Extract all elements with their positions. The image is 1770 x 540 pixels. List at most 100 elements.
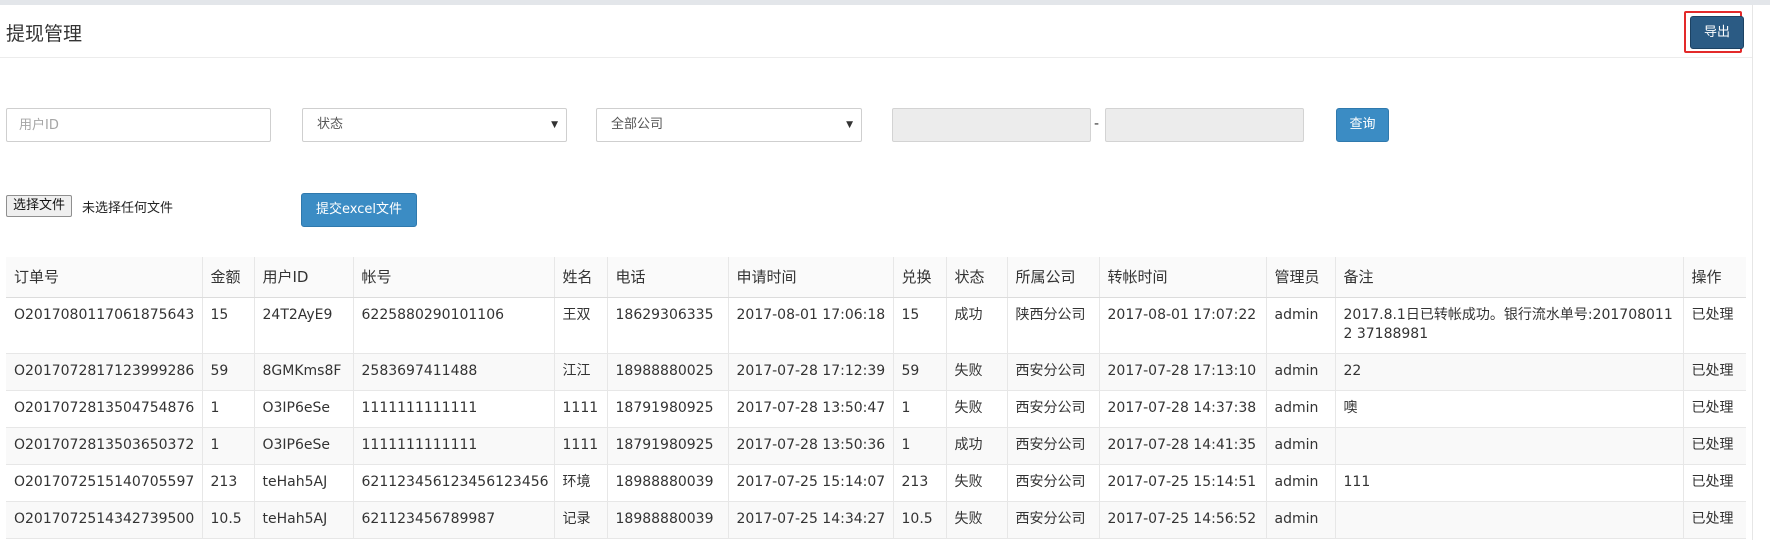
table-row: O2017072515140705597 213 teHah5AJ 621123…: [6, 464, 1746, 502]
cell-action[interactable]: 已处理: [1683, 464, 1746, 502]
cell-apply-time: 2017-07-25 15:14:07: [728, 464, 894, 502]
cell-action[interactable]: 已处理: [1683, 353, 1746, 391]
scrollbar-track[interactable]: [1752, 5, 1770, 540]
cell-transfer-time: 2017-07-25 14:56:52: [1099, 501, 1267, 539]
cell-company: 西安分公司: [1007, 390, 1100, 428]
cell-user-id: teHah5AJ: [254, 501, 354, 539]
cell-exchange: 10.5: [893, 501, 947, 539]
cell-user-id: O3IP6eSe: [254, 390, 354, 428]
cell-admin: admin: [1266, 501, 1336, 539]
cell-status: 成功: [946, 427, 1008, 465]
table-row: O2017080117061875643 15 24T2AyE9 6225880…: [6, 297, 1746, 354]
cell-account: 6225880290101106: [353, 297, 555, 354]
start-date-input[interactable]: [892, 108, 1091, 142]
cell-name: 1111: [554, 390, 608, 428]
cell-phone: 18988880039: [607, 501, 729, 539]
submit-excel-button[interactable]: 提交excel文件: [301, 193, 417, 227]
withdrawal-table: 订单号 金额 用户ID 帐号 姓名 电话 申请时间 兑换 状态 所属公司 转帐时…: [6, 257, 1746, 539]
table-header-row: 订单号 金额 用户ID 帐号 姓名 电话 申请时间 兑换 状态 所属公司 转帐时…: [6, 257, 1746, 298]
cell-order-no: O2017072817123999286: [6, 353, 203, 391]
cell-status: 失败: [946, 464, 1008, 502]
company-select[interactable]: 全部公司 ▼: [596, 108, 862, 142]
cell-exchange: 1: [893, 427, 947, 465]
cell-apply-time: 2017-08-01 17:06:18: [728, 297, 894, 354]
cell-account: 2583697411488: [353, 353, 555, 391]
cell-status: 失败: [946, 353, 1008, 391]
date-range-separator: -: [1094, 116, 1100, 132]
cell-action[interactable]: 已处理: [1683, 297, 1746, 354]
user-id-input[interactable]: [6, 108, 271, 142]
page-header: 提现管理: [0, 5, 1752, 58]
page-title: 提现管理: [6, 23, 83, 45]
cell-exchange: 1: [893, 390, 947, 428]
cell-phone: 18988880039: [607, 464, 729, 502]
cell-exchange: 59: [893, 353, 947, 391]
table-row: O2017072514342739500 10.5 teHah5AJ 62112…: [6, 501, 1746, 539]
col-header-remark: 备注: [1335, 257, 1684, 298]
col-header-order-no: 订单号: [6, 257, 203, 298]
cell-name: 记录: [554, 501, 608, 539]
cell-company: 西安分公司: [1007, 501, 1100, 539]
cell-order-no: O2017080117061875643: [6, 297, 203, 354]
file-status-text: 未选择任何文件: [82, 201, 174, 216]
cell-action[interactable]: 已处理: [1683, 501, 1746, 539]
table-row: O2017072813503650372 1 O3IP6eSe 11111111…: [6, 427, 1746, 465]
cell-company: 西安分公司: [1007, 464, 1100, 502]
cell-phone: 18988880025: [607, 353, 729, 391]
cell-name: 江江: [554, 353, 608, 391]
cell-remark: 111: [1335, 464, 1684, 502]
cell-transfer-time: 2017-07-28 17:13:10: [1099, 353, 1267, 391]
status-select[interactable]: 状态 ▼: [302, 108, 567, 142]
cell-amount: 15: [202, 297, 255, 354]
cell-amount: 10.5: [202, 501, 255, 539]
cell-account: 1111111111111: [353, 427, 555, 465]
cell-status: 成功: [946, 297, 1008, 354]
cell-action[interactable]: 已处理: [1683, 427, 1746, 465]
cell-apply-time: 2017-07-25 14:34:27: [728, 501, 894, 539]
cell-transfer-time: 2017-07-25 15:14:51: [1099, 464, 1267, 502]
col-header-transfer-time: 转帐时间: [1099, 257, 1267, 298]
cell-transfer-time: 2017-07-28 14:41:35: [1099, 427, 1267, 465]
cell-phone: 18791980925: [607, 390, 729, 428]
cell-action[interactable]: 已处理: [1683, 390, 1746, 428]
cell-transfer-time: 2017-07-28 14:37:38: [1099, 390, 1267, 428]
cell-admin: admin: [1266, 427, 1336, 465]
col-header-user-id: 用户ID: [254, 257, 354, 298]
query-button[interactable]: 查询: [1336, 108, 1389, 142]
choose-file-button[interactable]: 选择文件: [6, 195, 73, 217]
cell-company: 西安分公司: [1007, 353, 1100, 391]
status-select-value: 状态: [317, 117, 344, 132]
cell-admin: admin: [1266, 390, 1336, 428]
cell-account: 1111111111111: [353, 390, 555, 428]
cell-admin: admin: [1266, 353, 1336, 391]
cell-apply-time: 2017-07-28 17:12:39: [728, 353, 894, 391]
cell-admin: admin: [1266, 297, 1336, 354]
cell-company: 西安分公司: [1007, 427, 1100, 465]
chevron-down-icon: ▼: [846, 120, 853, 130]
cell-order-no: O2017072515140705597: [6, 464, 203, 502]
cell-name: 环境: [554, 464, 608, 502]
cell-order-no: O2017072813503650372: [6, 427, 203, 465]
cell-remark: 噢: [1335, 390, 1684, 428]
end-date-input[interactable]: [1105, 108, 1304, 142]
cell-user-id: 8GMKms8F: [254, 353, 354, 391]
cell-transfer-time: 2017-08-01 17:07:22: [1099, 297, 1267, 354]
col-header-company: 所属公司: [1007, 257, 1100, 298]
table-row: O2017072817123999286 59 8GMKms8F 2583697…: [6, 353, 1746, 391]
cell-user-id: O3IP6eSe: [254, 427, 354, 465]
chevron-down-icon: ▼: [551, 120, 558, 130]
col-header-name: 姓名: [554, 257, 608, 298]
cell-apply-time: 2017-07-28 13:50:47: [728, 390, 894, 428]
cell-status: 失败: [946, 390, 1008, 428]
col-header-status: 状态: [946, 257, 1008, 298]
export-button[interactable]: 导出: [1690, 16, 1744, 49]
cell-name: 1111: [554, 427, 608, 465]
cell-amount: 59: [202, 353, 255, 391]
cell-amount: 1: [202, 390, 255, 428]
cell-user-id: teHah5AJ: [254, 464, 354, 502]
cell-phone: 18791980925: [607, 427, 729, 465]
cell-exchange: 213: [893, 464, 947, 502]
cell-name: 王双: [554, 297, 608, 354]
col-header-apply-time: 申请时间: [728, 257, 894, 298]
company-select-value: 全部公司: [611, 117, 664, 132]
